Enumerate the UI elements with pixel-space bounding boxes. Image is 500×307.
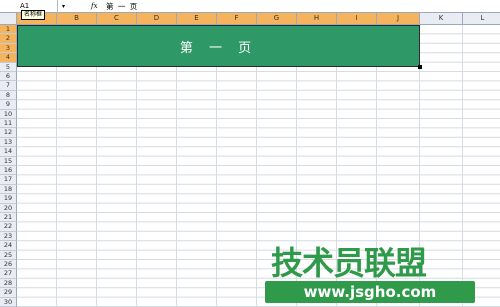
row-header-10[interactable]: 10 [0,109,17,119]
column-header-h[interactable]: H [297,13,337,25]
watermark-title: 技术员联盟 [271,244,427,282]
chevron-down-icon[interactable]: ▾ [58,0,69,13]
merged-cell-text: 第 一 页 [179,40,258,56]
row-header-1[interactable]: 1 [0,25,17,35]
watermark-logo: 技术员联盟 www.jsgho.com [265,238,500,307]
row-header-19[interactable]: 19 [0,194,17,204]
row-header-6[interactable]: 6 [0,72,17,82]
row-header-18[interactable]: 18 [0,184,17,195]
row-header-29[interactable]: 29 [0,288,17,298]
fill-handle[interactable] [418,65,422,69]
row-header-28[interactable]: 28 [0,278,17,289]
row-header-15[interactable]: 15 [0,156,17,166]
row-header-23[interactable]: 23 [0,231,17,242]
row-header-30[interactable]: 30 [0,297,17,307]
column-header-i[interactable]: I [337,13,377,25]
row-header-17[interactable]: 17 [0,175,17,185]
column-header-c[interactable]: C [97,13,137,25]
row-header-8[interactable]: 8 [0,90,17,101]
row-header-9[interactable]: 9 [0,100,17,110]
column-header-bar: ABCDEFGHIJKL [0,13,500,25]
name-box-tooltip: 名称框 [21,10,46,20]
row-header-25[interactable]: 25 [0,250,17,260]
watermark-url: www.jsgho.com [265,281,475,303]
column-header-b[interactable]: B [57,13,97,25]
column-header-j[interactable]: J [377,13,420,25]
row-header-13[interactable]: 13 [0,137,17,148]
row-header-7[interactable]: 7 [0,81,17,91]
row-header-21[interactable]: 21 [0,213,17,223]
formula-input[interactable]: 第 一 页 [106,0,500,13]
row-header-14[interactable]: 14 [0,147,17,157]
row-header-27[interactable]: 27 [0,269,17,279]
row-header-3[interactable]: 3 [0,43,17,54]
row-header-16[interactable]: 16 [0,166,17,176]
row-header-12[interactable]: 12 [0,128,17,138]
row-header-4[interactable]: 4 [0,53,17,63]
row-header-2[interactable]: 2 [0,34,17,44]
row-header-26[interactable]: 26 [0,260,17,270]
column-header-e[interactable]: E [177,13,217,25]
formula-bar: A1 ▾ fx 第 一 页 [0,0,500,13]
row-header-20[interactable]: 20 [0,203,17,213]
column-header-d[interactable]: D [137,13,177,25]
row-header-11[interactable]: 11 [0,119,17,129]
column-header-l[interactable]: L [463,13,500,25]
function-icon[interactable]: fx [91,0,103,13]
column-header-k[interactable]: K [420,13,463,25]
row-header-24[interactable]: 24 [0,241,17,251]
merged-cell-a1-j4[interactable]: 第 一 页 [17,25,420,67]
column-header-g[interactable]: G [257,13,297,25]
select-all-corner[interactable] [0,13,17,25]
column-header-f[interactable]: F [217,13,257,25]
row-header-5[interactable]: 5 [0,62,17,72]
row-header-22[interactable]: 22 [0,222,17,232]
